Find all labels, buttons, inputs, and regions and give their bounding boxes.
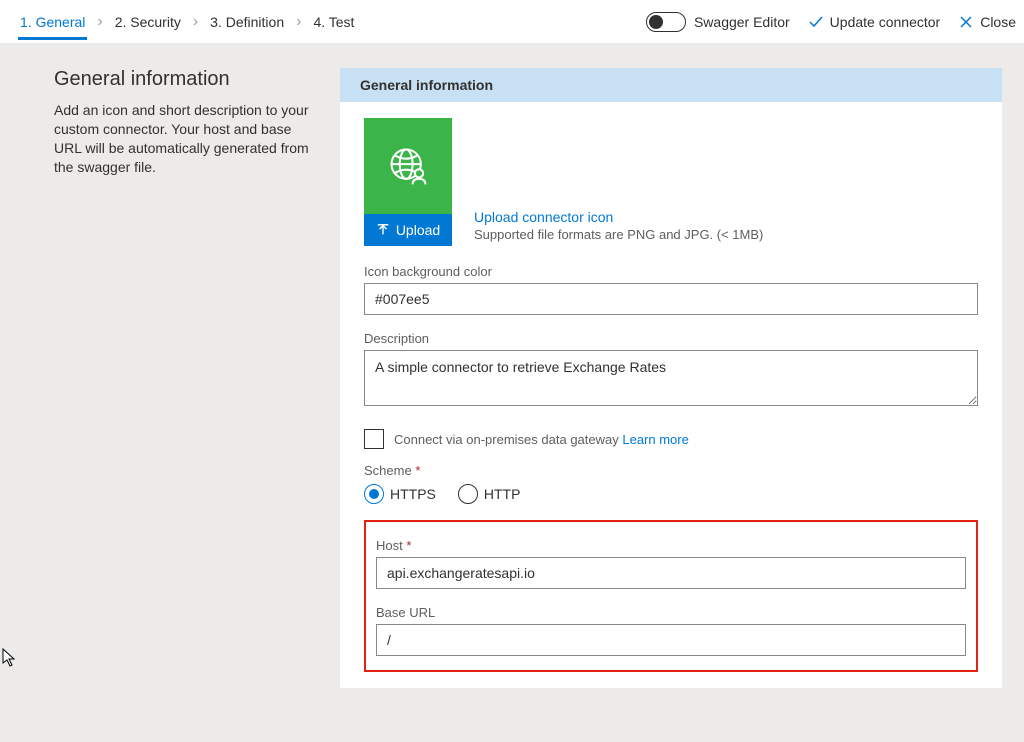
sidebar-title: General information: [54, 68, 318, 91]
connector-icon-preview: [364, 118, 452, 214]
step-security[interactable]: 2. Security: [113, 4, 183, 40]
icon-background-group: Icon background color: [364, 264, 978, 315]
description-group: Description: [364, 331, 978, 411]
upload-hint: Supported file formats are PNG and JPG. …: [474, 227, 763, 242]
update-label: Update connector: [830, 14, 941, 30]
upload-arrow-icon: [376, 223, 390, 237]
host-label-text: Host: [376, 538, 403, 553]
close-label: Close: [980, 14, 1016, 30]
scheme-group: Scheme * HTTPS HTTP: [364, 463, 978, 504]
baseurl-input[interactable]: [376, 624, 966, 656]
scheme-label-text: Scheme: [364, 463, 412, 478]
chevron-right-icon: ›: [91, 13, 108, 31]
scheme-https-option[interactable]: HTTPS: [364, 484, 436, 504]
learn-more-link[interactable]: Learn more: [622, 432, 688, 447]
gateway-label: Connect via on-premises data gateway Lea…: [394, 432, 689, 447]
toggle-switch[interactable]: [646, 12, 686, 32]
https-label: HTTPS: [390, 486, 436, 502]
upload-help: Upload connector icon Supported file for…: [474, 209, 763, 246]
step-definition[interactable]: 3. Definition: [208, 4, 286, 40]
globe-person-icon: [386, 144, 430, 188]
update-connector-button[interactable]: Update connector: [808, 14, 941, 30]
toggle-label: Swagger Editor: [694, 14, 790, 30]
host-label: Host *: [376, 538, 966, 553]
upload-button[interactable]: Upload: [364, 214, 452, 246]
icon-background-input[interactable]: [364, 283, 978, 315]
step-tabs: 1. General › 2. Security › 3. Definition…: [18, 4, 356, 40]
description-label: Description: [364, 331, 978, 346]
baseurl-group: Base URL: [376, 605, 966, 656]
scheme-http-option[interactable]: HTTP: [458, 484, 521, 504]
description-input[interactable]: [364, 350, 978, 406]
gateway-row: Connect via on-premises data gateway Lea…: [364, 429, 978, 449]
panel-body: Upload Upload connector icon Supported f…: [340, 102, 1002, 688]
radio-unselected-icon: [458, 484, 478, 504]
connector-icon-tile: Upload: [364, 118, 452, 246]
upload-button-label: Upload: [396, 222, 440, 238]
scheme-label: Scheme *: [364, 463, 978, 478]
form-panel: General information: [340, 68, 1002, 688]
close-icon: [958, 14, 974, 30]
checkmark-icon: [808, 14, 824, 30]
gateway-checkbox[interactable]: [364, 429, 384, 449]
sidebar-description: Add an icon and short description to you…: [54, 101, 318, 177]
host-group: Host *: [376, 538, 966, 589]
gateway-label-text: Connect via on-premises data gateway: [394, 432, 619, 447]
baseurl-label: Base URL: [376, 605, 966, 620]
step-general[interactable]: 1. General: [18, 4, 87, 40]
host-input[interactable]: [376, 557, 966, 589]
close-button[interactable]: Close: [958, 14, 1016, 30]
panel-header: General information: [340, 68, 1002, 102]
swagger-editor-toggle[interactable]: Swagger Editor: [646, 12, 790, 32]
toolbar-actions: Swagger Editor Update connector Close: [646, 12, 1016, 32]
main-content: General information Add an icon and shor…: [0, 44, 1024, 688]
top-navigation-bar: 1. General › 2. Security › 3. Definition…: [0, 0, 1024, 44]
http-label: HTTP: [484, 486, 521, 502]
chevron-right-icon: ›: [187, 13, 204, 31]
step-test[interactable]: 4. Test: [311, 4, 356, 40]
scheme-options: HTTPS HTTP: [364, 484, 978, 504]
left-sidebar: General information Add an icon and shor…: [18, 68, 318, 688]
required-marker: *: [406, 538, 411, 553]
icon-bg-label: Icon background color: [364, 264, 978, 279]
radio-selected-icon: [364, 484, 384, 504]
upload-icon-link[interactable]: Upload connector icon: [474, 209, 763, 225]
chevron-right-icon: ›: [290, 13, 307, 31]
host-baseurl-highlight: Host * Base URL: [364, 520, 978, 672]
icon-upload-row: Upload Upload connector icon Supported f…: [364, 118, 978, 246]
required-marker: *: [415, 463, 420, 478]
